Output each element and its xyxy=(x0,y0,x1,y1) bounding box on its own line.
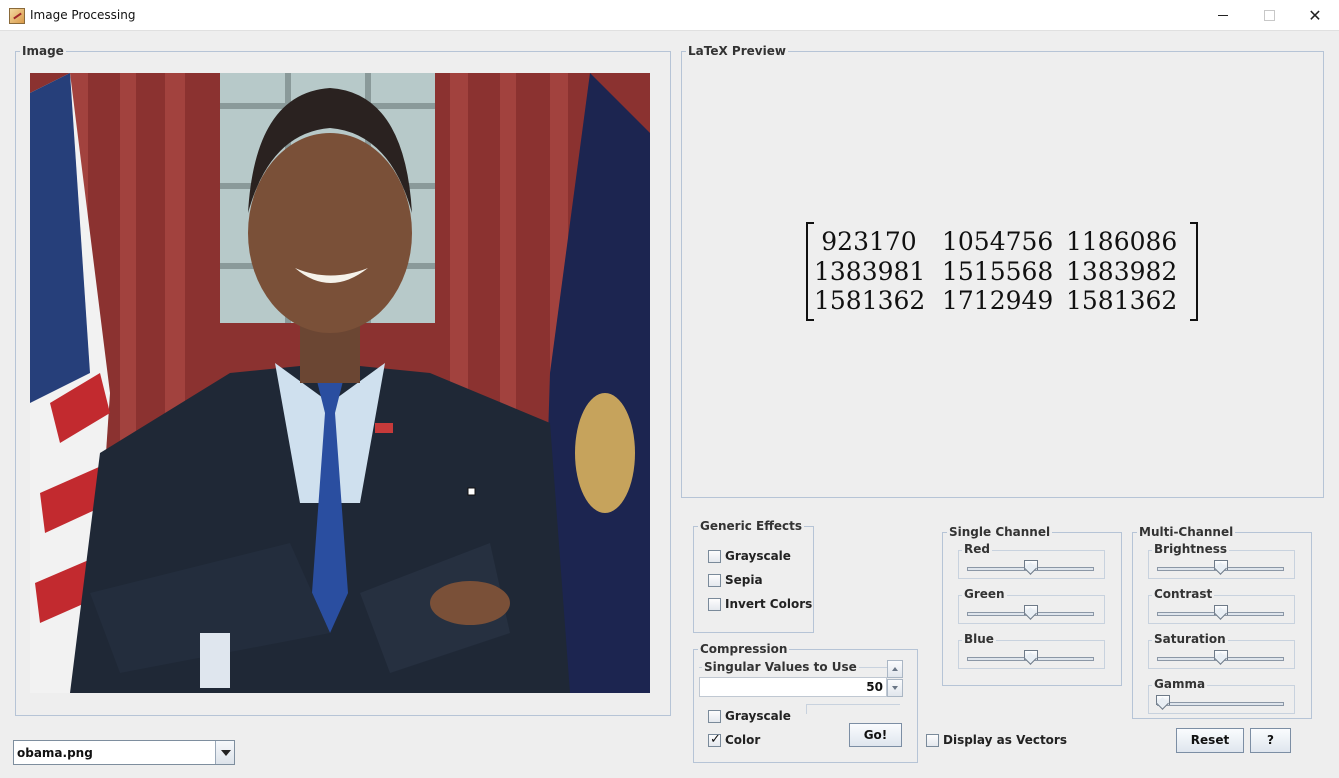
minimize-button[interactable] xyxy=(1200,0,1246,31)
chevron-down-icon[interactable] xyxy=(215,741,234,764)
matrix-cell: 1712949 xyxy=(942,286,1054,315)
generic-effects-title: Generic Effects xyxy=(698,519,805,534)
file-select-combo[interactable]: obama.png xyxy=(13,740,235,765)
display-vectors-label: Display as Vectors xyxy=(943,733,1067,747)
checkbox-box[interactable] xyxy=(926,734,939,747)
matrix-left-bracket xyxy=(806,222,814,321)
red-slider-label: Red xyxy=(962,542,992,557)
matrix-cell: 1186086 xyxy=(1066,227,1178,256)
matrix-cell: 1383981 xyxy=(814,257,926,286)
singular-values-label: Singular Values to Use xyxy=(702,660,859,675)
checkbox-box[interactable]: ✓ xyxy=(708,732,721,747)
singular-values-input[interactable]: 50 xyxy=(699,677,887,697)
check-mark-icon: ✓ xyxy=(710,732,721,747)
matrix-cell: 1383982 xyxy=(1066,257,1178,286)
brightness-slider[interactable]: Brightness xyxy=(1148,542,1295,579)
slider-track[interactable] xyxy=(1157,702,1284,706)
blue-slider-label: Blue xyxy=(962,632,996,647)
multi-channel-title: Multi-Channel xyxy=(1137,525,1236,540)
checkbox-box[interactable] xyxy=(708,598,721,611)
matrix-row: 923170 1054756 1186086 xyxy=(814,227,1190,257)
app-icon xyxy=(9,8,25,24)
slider-thumb[interactable] xyxy=(1024,560,1038,575)
sepia-label: Sepia xyxy=(725,573,763,587)
saturation-slider[interactable]: Saturation xyxy=(1148,632,1295,669)
matrix-cell: 1054756 xyxy=(942,227,1054,256)
slider-thumb[interactable] xyxy=(1214,560,1228,575)
matrix-cell: 1515568 xyxy=(942,257,1054,286)
compression-color-label: Color xyxy=(725,733,761,747)
go-button[interactable]: Go! xyxy=(849,723,902,747)
help-button[interactable]: ? xyxy=(1250,728,1291,753)
checkbox-box[interactable] xyxy=(708,550,721,563)
title-bar: Image Processing ✕ xyxy=(0,0,1339,31)
single-channel-title: Single Channel xyxy=(947,525,1053,540)
slider-thumb[interactable] xyxy=(1024,650,1038,665)
spinner-up-button[interactable] xyxy=(887,660,903,678)
close-button[interactable]: ✕ xyxy=(1292,0,1338,31)
red-slider[interactable]: Red xyxy=(958,542,1105,579)
matrix-row: 1383981 1515568 1383982 xyxy=(814,257,1190,287)
saturation-slider-label: Saturation xyxy=(1152,632,1228,647)
latex-matrix: 923170 1054756 1186086 1383981 1515568 1… xyxy=(806,222,1198,322)
image-preview[interactable] xyxy=(30,73,650,693)
green-slider-label: Green xyxy=(962,587,1007,602)
compression-title: Compression xyxy=(698,642,790,657)
compression-divider xyxy=(806,704,900,714)
grayscale-label: Grayscale xyxy=(725,549,791,563)
reset-button[interactable]: Reset xyxy=(1176,728,1244,753)
matrix-cell: 1581362 xyxy=(1066,286,1178,315)
matrix-row: 1581362 1712949 1581362 xyxy=(814,286,1190,316)
image-panel-title: Image xyxy=(20,44,66,59)
matrix-right-bracket xyxy=(1190,222,1198,321)
slider-thumb[interactable] xyxy=(1024,605,1038,620)
spinner-down-button[interactable] xyxy=(887,679,903,697)
maximize-button[interactable] xyxy=(1246,0,1292,31)
compression-grayscale-label: Grayscale xyxy=(725,709,791,723)
matrix-cell: 1581362 xyxy=(814,286,926,315)
window-title: Image Processing xyxy=(30,8,136,22)
selected-file: obama.png xyxy=(17,746,93,760)
gamma-slider-label: Gamma xyxy=(1152,677,1208,692)
checkbox-box[interactable] xyxy=(708,710,721,723)
checkbox-box[interactable] xyxy=(708,574,721,587)
slider-thumb[interactable] xyxy=(1156,695,1170,710)
brightness-slider-label: Brightness xyxy=(1152,542,1230,557)
gamma-slider[interactable]: Gamma xyxy=(1148,677,1295,714)
blue-slider[interactable]: Blue xyxy=(958,632,1105,669)
contrast-slider-label: Contrast xyxy=(1152,587,1215,602)
slider-thumb[interactable] xyxy=(1214,650,1228,665)
slider-thumb[interactable] xyxy=(1214,605,1228,620)
green-slider[interactable]: Green xyxy=(958,587,1105,624)
matrix-cell: 923170 xyxy=(821,227,917,256)
latex-panel-title: LaTeX Preview xyxy=(686,44,788,59)
invert-colors-label: Invert Colors xyxy=(725,597,813,611)
portrait-image xyxy=(30,73,650,693)
contrast-slider[interactable]: Contrast xyxy=(1148,587,1295,624)
